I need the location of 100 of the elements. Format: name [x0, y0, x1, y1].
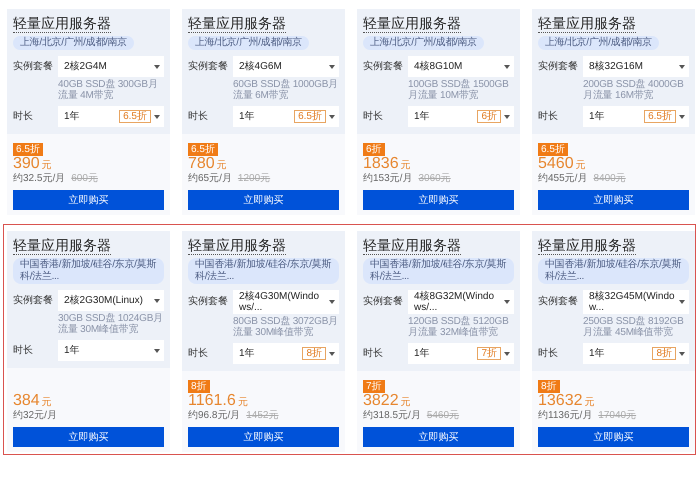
monthly-price: 约32.5元/月	[13, 173, 66, 185]
duration-select[interactable]: 1年	[58, 340, 164, 361]
field-label: 时长	[188, 348, 209, 360]
buy-button[interactable]: 立即购买	[363, 190, 514, 210]
price-unit: 元	[400, 159, 411, 172]
duration-select[interactable]: 1年 8折	[233, 343, 339, 364]
price: 1161.6	[188, 392, 236, 410]
original-price: 5460元	[426, 410, 460, 422]
price: 780	[188, 155, 215, 173]
plan-select[interactable]: 2核4G6M	[233, 56, 339, 77]
plan-description: 80GB SSD盘 3072GB月流量 30M峰值带宽	[233, 316, 339, 338]
field-label: 实例套餐	[538, 296, 579, 308]
plan-description: 120GB SSD盘 5120GB月流量 32M峰值带宽	[408, 316, 510, 338]
discount-badge: 8折	[538, 380, 560, 393]
region-tag: 中国香港/新加坡/硅谷/东京/莫斯科/法兰...	[538, 258, 689, 284]
price: 13632	[538, 392, 582, 410]
duration-select[interactable]: 1年 6折	[408, 106, 514, 127]
discount-tag: 7折	[477, 347, 501, 360]
monthly-price: 约455元/月	[538, 173, 588, 185]
buy-button[interactable]: 立即购买	[13, 190, 164, 210]
caret-icon	[679, 300, 685, 304]
discount-tag: 6折	[477, 110, 501, 123]
price: 3822	[363, 392, 399, 410]
field-label: 实例套餐	[538, 60, 579, 72]
region-tag: 中国香港/新加坡/硅谷/东京/莫斯科/法兰...	[13, 258, 164, 284]
buy-button[interactable]: 立即购买	[188, 427, 339, 447]
original-price: 1200元	[238, 173, 270, 185]
caret-icon	[154, 298, 160, 302]
duration-select[interactable]: 1年 7折	[408, 343, 514, 364]
product-title: 轻量应用服务器	[13, 237, 111, 255]
duration-select[interactable]: 1年 6.5折	[233, 106, 339, 127]
discount-badge: 6折	[363, 143, 385, 156]
field-label: 实例套餐	[188, 296, 229, 308]
caret-icon	[679, 352, 685, 356]
monthly-price: 约318.5元/月	[363, 410, 421, 422]
discount-badge: 6.5折	[538, 143, 568, 156]
caret-icon	[154, 348, 160, 352]
discount-tag: 6.5折	[644, 110, 676, 123]
original-price: 8400元	[593, 173, 626, 185]
field-label: 时长	[538, 348, 559, 360]
caret-icon	[679, 114, 685, 118]
product-title: 轻量应用服务器	[188, 15, 286, 33]
price-unit: 元	[216, 159, 227, 172]
field-label: 实例套餐	[363, 60, 404, 72]
duration-select[interactable]: 1年 8折	[583, 343, 689, 364]
original-price: 600元	[71, 173, 98, 185]
plan-select[interactable]: 8核32G45M(Window...	[583, 290, 689, 314]
region-tag: 中国香港/新加坡/硅谷/东京/莫斯科/法兰...	[188, 258, 339, 284]
buy-button[interactable]: 立即购买	[538, 190, 689, 210]
buy-button[interactable]: 立即购买	[13, 427, 164, 447]
product-title: 轻量应用服务器	[363, 237, 461, 255]
duration-select[interactable]: 1年 6.5折	[58, 106, 164, 127]
region-tag: 上海/北京/广州/成都/南京	[363, 36, 484, 50]
plan-description: 200GB SSD盘 4000GB月流量 16M带宽	[583, 79, 685, 101]
caret-icon	[504, 300, 510, 304]
region-tag: 中国香港/新加坡/硅谷/东京/莫斯科/法兰...	[363, 258, 514, 284]
price-unit: 元	[576, 159, 586, 172]
price-unit: 元	[400, 396, 411, 409]
field-label: 实例套餐	[13, 60, 54, 72]
original-price: 1452元	[246, 410, 278, 422]
field-label: 实例套餐	[13, 294, 54, 306]
discount-tag: 6.5折	[294, 110, 326, 123]
monthly-price: 约1136元/月	[538, 410, 592, 422]
discount-badge: 6.5折	[13, 143, 43, 156]
discount-badge: 8折	[188, 380, 210, 393]
field-label: 时长	[538, 110, 559, 122]
plan-select[interactable]: 4核8G10M	[408, 56, 514, 77]
field-label: 实例套餐	[363, 296, 404, 308]
product-title: 轻量应用服务器	[188, 237, 286, 255]
caret-icon	[154, 114, 160, 118]
plan-select[interactable]: 2核2G4M	[58, 56, 164, 77]
field-label: 时长	[13, 344, 34, 356]
caret-icon	[329, 64, 335, 68]
duration-select[interactable]: 1年 6.5折	[583, 106, 689, 127]
plan-select[interactable]: 4核8G32M(Windows/...	[408, 290, 514, 314]
field-label: 时长	[13, 110, 34, 122]
original-price: 3060元	[418, 173, 451, 185]
buy-button[interactable]: 立即购买	[538, 427, 689, 447]
buy-button[interactable]: 立即购买	[188, 190, 339, 210]
region-tag: 上海/北京/广州/成都/南京	[13, 36, 134, 50]
plan-select[interactable]: 8核32G16M	[583, 56, 689, 77]
field-label: 实例套餐	[188, 60, 229, 72]
product-title: 轻量应用服务器	[363, 15, 461, 33]
plan-select[interactable]: 2核4G30M(Windows/...	[233, 290, 339, 314]
buy-button[interactable]: 立即购买	[363, 427, 514, 447]
monthly-price: 约32元/月	[13, 410, 57, 422]
field-label: 时长	[363, 348, 384, 360]
price-unit: 元	[42, 396, 52, 409]
caret-icon	[329, 300, 335, 304]
price: 390	[13, 155, 40, 173]
region-tag: 上海/北京/广州/成都/南京	[538, 36, 659, 50]
discount-tag: 6.5折	[119, 110, 151, 123]
plan-description: 30GB SSD盘 1024GB月流量 30M峰值带宽	[58, 313, 164, 335]
discount-tag: 8折	[652, 347, 676, 360]
price: 1836	[363, 155, 399, 173]
price-unit: 元	[584, 396, 594, 409]
caret-icon	[154, 64, 160, 68]
caret-icon	[329, 114, 335, 118]
plan-select[interactable]: 2核2G30M(Linux)	[58, 290, 164, 311]
discount-badge: 7折	[363, 380, 385, 393]
